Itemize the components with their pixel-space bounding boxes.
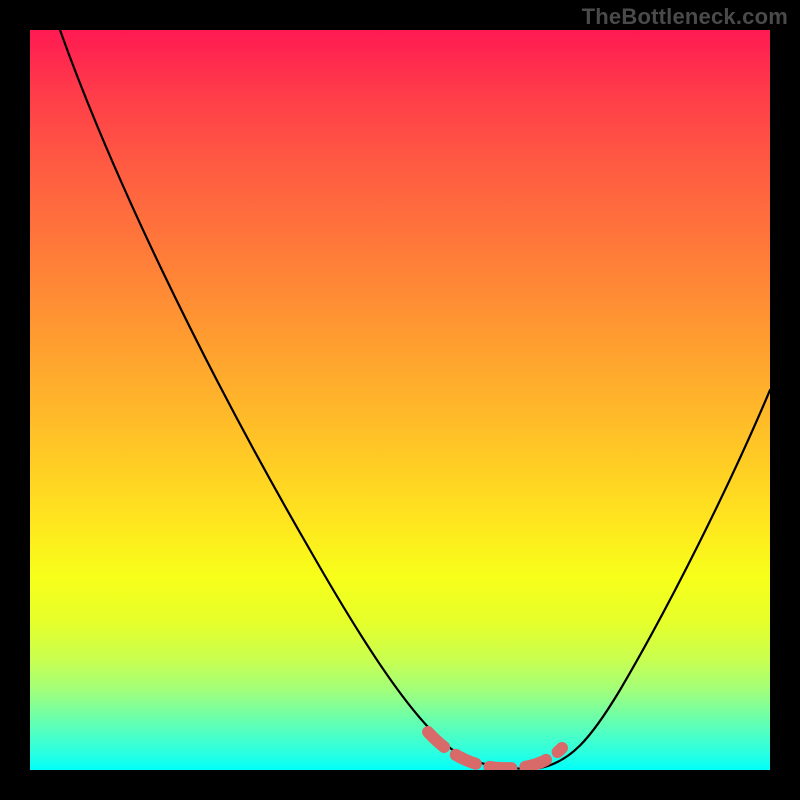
bottleneck-curve	[60, 30, 770, 769]
gradient-plot-area	[30, 30, 770, 770]
watermark-text: TheBottleneck.com	[582, 4, 788, 30]
chart-svg	[30, 30, 770, 770]
chart-frame: TheBottleneck.com	[0, 0, 800, 800]
optimal-range-marker	[428, 732, 562, 768]
